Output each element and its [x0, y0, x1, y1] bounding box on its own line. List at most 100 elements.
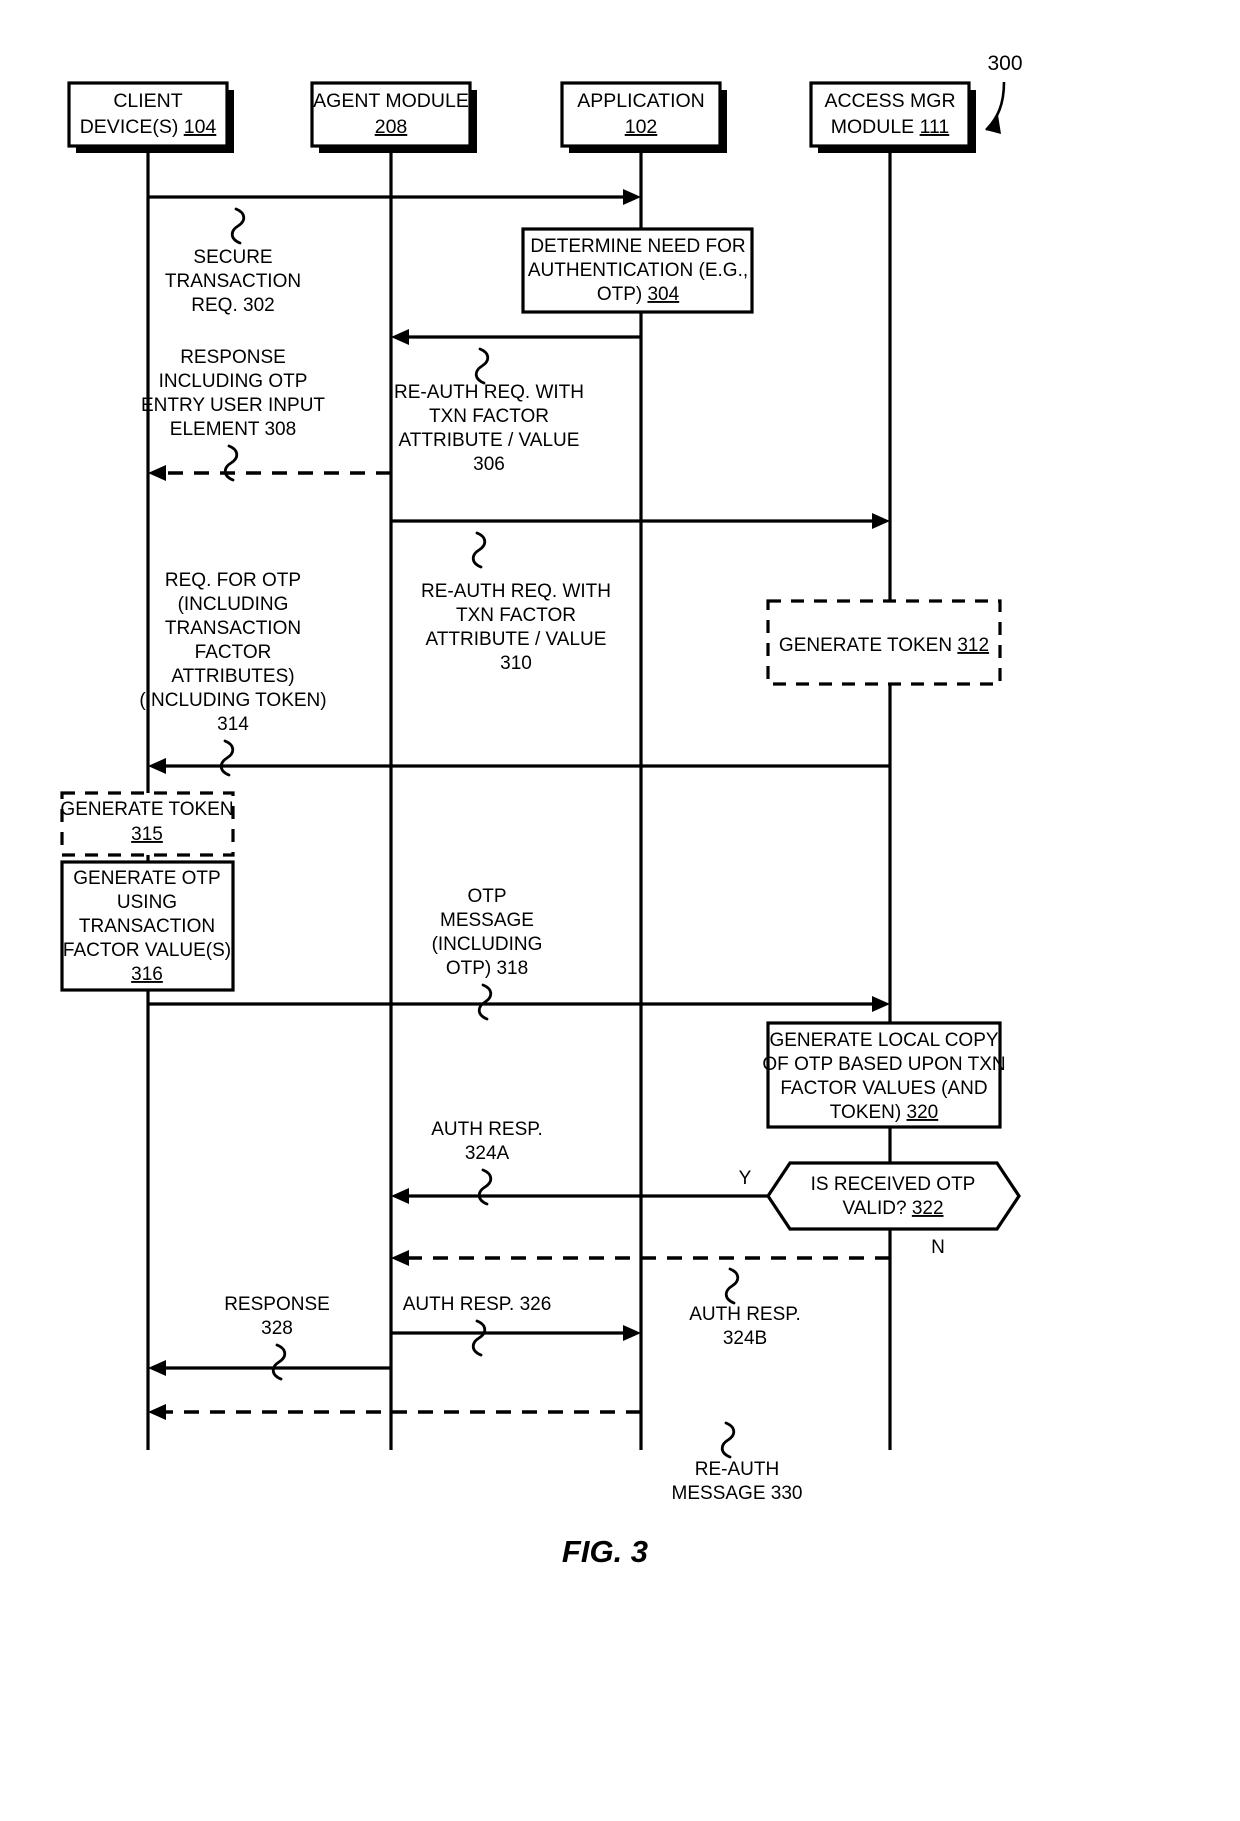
message-306-label-2: TXN FACTOR [429, 406, 549, 427]
box-304-line-1: DETERMINE NEED FOR [530, 236, 745, 257]
box-320-line-1: GENERATE LOCAL COPY [769, 1030, 998, 1051]
message-response-including-otp-entry: RESPONSE INCLUDING OTP ENTRY USER INPUT … [141, 347, 391, 482]
box-304-ref: 304 [647, 284, 679, 305]
message-314-label-3: TRANSACTION [165, 618, 301, 639]
decision-322-ref: 322 [912, 1198, 944, 1219]
message-328-arrowhead [148, 1360, 166, 1376]
figure-reference-arrowhead [986, 115, 1001, 134]
decision-322-yes-label: Y [739, 1168, 752, 1189]
message-310-squiggle [471, 531, 487, 569]
box-315-line-1: GENERATE TOKEN [60, 799, 233, 820]
message-308-squiggle [223, 444, 239, 482]
patent-figure-3: CLIENT DEVICE(S) 104 AGENT MODULE 208 AP… [0, 0, 1240, 1821]
figure-reference-label: 300 [987, 52, 1022, 75]
message-326-label-1: AUTH RESP. 326 [403, 1294, 552, 1315]
message-318-label-3: (INCLUDING [432, 934, 543, 955]
message-302-arrowhead [623, 189, 641, 205]
message-308-label-1: RESPONSE [180, 347, 286, 368]
message-318-label-1: OTP [467, 886, 506, 907]
figure-caption: FIG. 3 [562, 1534, 648, 1569]
client-device-header-line1: CLIENT [113, 90, 182, 112]
message-310-label-3: ATTRIBUTE / VALUE [426, 629, 607, 650]
access-manager-header-line1: ACCESS MGR [824, 90, 955, 112]
svg-text:102: 102 [625, 116, 658, 138]
box-generate-token-315: GENERATE TOKEN 315 [60, 791, 235, 857]
message-324a-label-1: AUTH RESP. [431, 1119, 543, 1140]
access-manager-header: ACCESS MGR MODULE 111 [809, 81, 976, 153]
box-320-line-4: TOKEN) [830, 1102, 907, 1123]
access-manager-header-line2: MODULE [831, 116, 920, 138]
client-device-header-ref: 104 [184, 116, 217, 138]
message-314-label-1: REQ. FOR OTP [165, 570, 301, 591]
message-324b-label-2: 324B [723, 1328, 767, 1349]
message-328-label-1: RESPONSE [224, 1294, 330, 1315]
message-318-squiggle [477, 983, 493, 1021]
decision-322-line-2: VALID? [842, 1198, 911, 1219]
message-314-label-7: 314 [217, 714, 249, 735]
message-314-arrowhead [148, 758, 166, 774]
message-310-arrowhead [872, 513, 890, 529]
application-header-line1: APPLICATION [577, 90, 705, 112]
svg-text:MODULE 111: MODULE 111 [831, 116, 950, 138]
message-306-label-1: RE-AUTH REQ. WITH [394, 382, 584, 403]
message-306-arrowhead [391, 329, 409, 345]
message-314-label-4: FACTOR [195, 642, 272, 663]
message-310-label-4: 310 [500, 653, 532, 674]
message-response-328: RESPONSE 328 [148, 1294, 391, 1381]
message-324a-arrowhead [391, 1188, 409, 1204]
message-302-label-2: TRANSACTION [165, 271, 301, 292]
message-324b-arrowhead [391, 1250, 409, 1266]
box-316-line-3: TRANSACTION [79, 916, 215, 937]
message-330-arrowhead [148, 1404, 166, 1420]
box-316-ref: 316 [131, 964, 163, 985]
box-312-ref: 312 [957, 635, 989, 656]
box-320-ref: 320 [907, 1102, 939, 1123]
message-314-label-5: ATTRIBUTES) [171, 666, 294, 687]
message-auth-response-326: AUTH RESP. 326 [391, 1294, 641, 1357]
decision-322-line-1: IS RECEIVED OTP [811, 1174, 976, 1195]
message-318-label-2: MESSAGE [440, 910, 534, 931]
message-reauth-message-330: RE-AUTH MESSAGE 330 [148, 1404, 802, 1504]
svg-text:208: 208 [375, 116, 408, 138]
svg-text:VALID? 322: VALID? 322 [842, 1198, 943, 1219]
box-320-line-3: FACTOR VALUES (AND [780, 1078, 987, 1099]
box-316-line-1: GENERATE OTP [73, 868, 220, 889]
svg-text:GENERATE TOKEN 312: GENERATE TOKEN 312 [779, 635, 989, 656]
box-320-line-2: OF OTP BASED UPON TXN [762, 1054, 1005, 1075]
message-302-label-3: REQ. 302 [191, 295, 274, 316]
message-326-squiggle [471, 1319, 487, 1357]
box-312-line-1: GENERATE TOKEN [779, 635, 957, 656]
message-302-squiggle [230, 207, 246, 245]
message-310-label-2: TXN FACTOR [456, 605, 576, 626]
access-manager-header-ref: 111 [920, 116, 950, 138]
message-328-label-2: 328 [261, 1318, 293, 1339]
message-302-label-1: SECURE [193, 247, 272, 268]
message-306-squiggle [474, 347, 490, 385]
box-determine-need-for-authentication: DETERMINE NEED FOR AUTHENTICATION (E.G.,… [521, 227, 754, 314]
agent-module-header: AGENT MODULE 208 [310, 81, 477, 153]
message-324a-squiggle [477, 1168, 493, 1206]
message-314-squiggle [219, 739, 235, 777]
agent-module-header-line1: AGENT MODULE [313, 90, 469, 112]
message-324b-label-1: AUTH RESP. [689, 1304, 801, 1325]
box-316-line-2: USING [117, 892, 177, 913]
svg-text:TOKEN) 320: TOKEN) 320 [830, 1102, 938, 1123]
message-306-label-4: 306 [473, 454, 505, 475]
box-315-ref: 315 [131, 824, 163, 845]
box-304-line-3: OTP) [597, 284, 648, 305]
decision-322-no-label: N [931, 1237, 945, 1258]
message-306-label-3: ATTRIBUTE / VALUE [399, 430, 580, 451]
message-324a-label-2: 324A [465, 1143, 510, 1164]
client-device-header-line2: DEVICE(S) [80, 116, 184, 138]
message-308-label-4: ELEMENT 308 [170, 419, 296, 440]
message-326-arrowhead [623, 1325, 641, 1341]
application-header-ref: 102 [625, 116, 658, 138]
message-330-squiggle [720, 1421, 736, 1459]
box-generate-local-copy-of-otp: GENERATE LOCAL COPY OF OTP BASED UPON TX… [762, 1021, 1006, 1129]
message-reauth-request-306: RE-AUTH REQ. WITH TXN FACTOR ATTRIBUTE /… [391, 329, 641, 475]
message-324b-squiggle [724, 1267, 740, 1305]
message-otp-318: OTP MESSAGE (INCLUDING OTP) 318 [148, 886, 890, 1021]
message-314-label-6: (INCLUDING TOKEN) [139, 690, 326, 711]
message-auth-response-324a: AUTH RESP. 324A [391, 1119, 768, 1206]
svg-text:OTP) 304: OTP) 304 [597, 284, 680, 305]
